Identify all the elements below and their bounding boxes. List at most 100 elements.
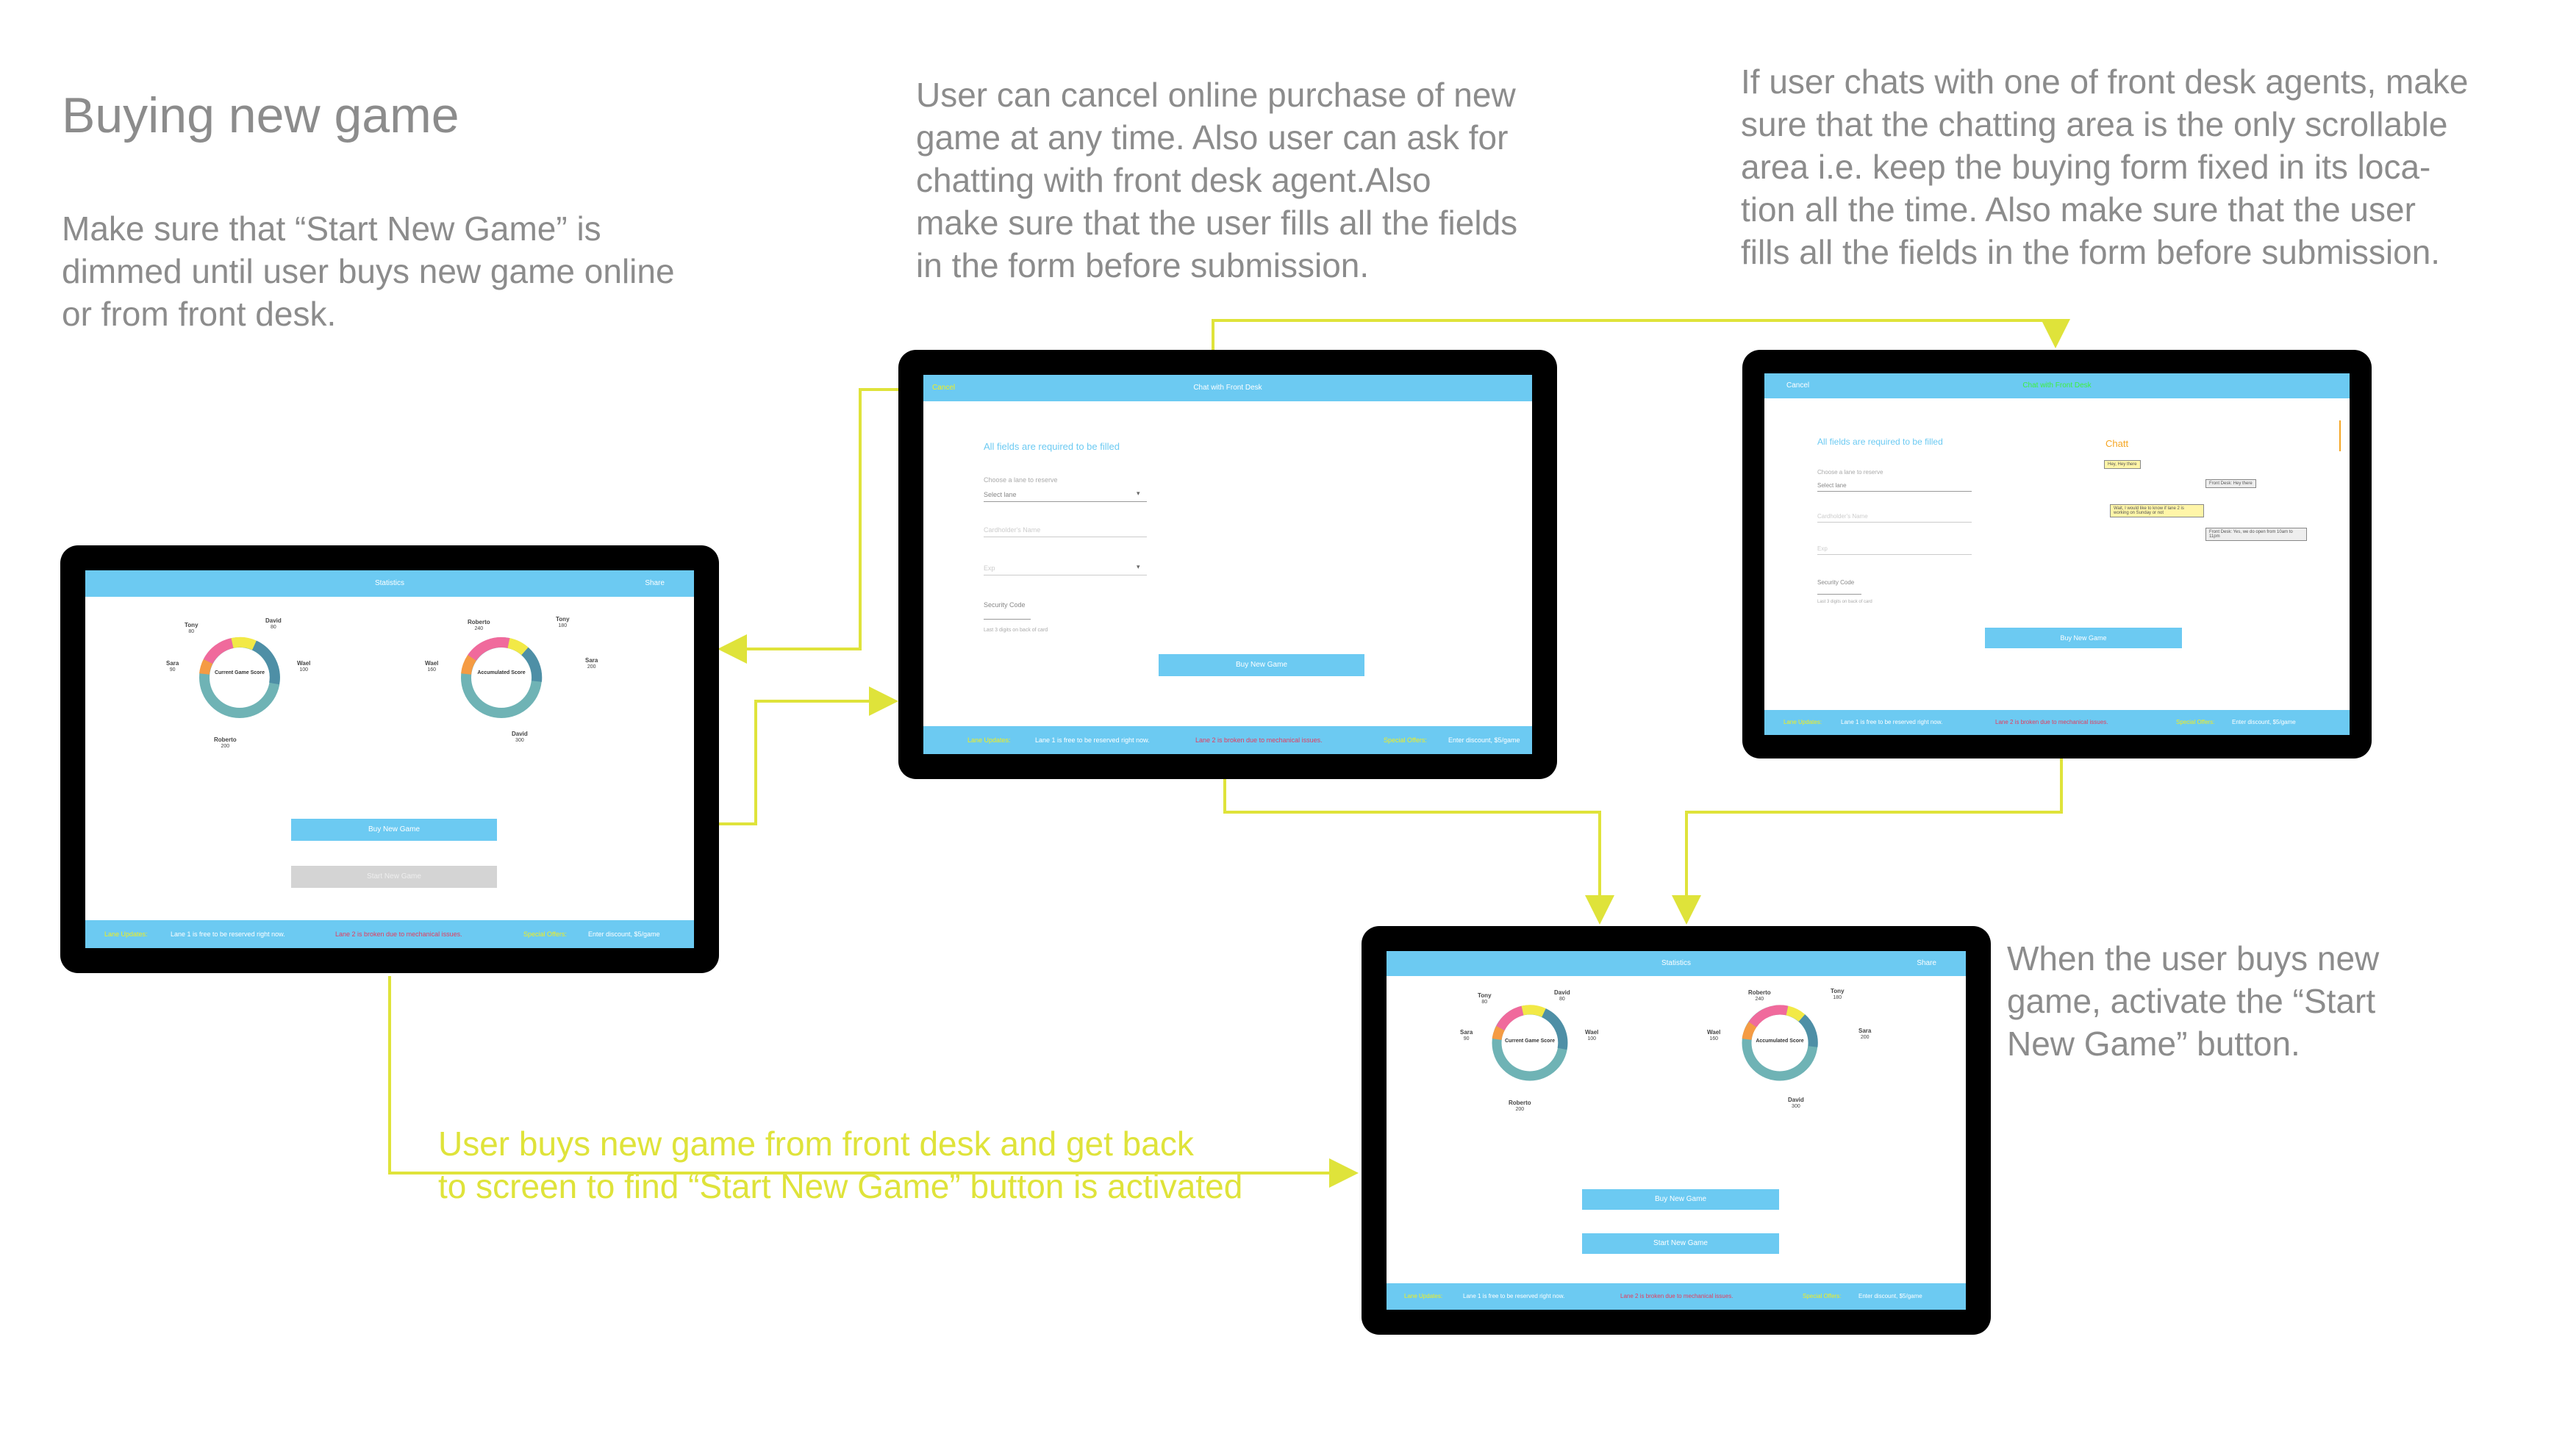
cardholder-input[interactable]: Cardholder's Name	[984, 526, 1040, 534]
accumulated-label-wael: Wael 160	[425, 660, 439, 673]
current-label-david: David 80	[1554, 989, 1570, 1002]
special-offers-label: Special Offers:	[523, 930, 567, 938]
accumulated-chart-center: Accumulated Score	[477, 670, 526, 675]
chat-footer-bar: Lane Updates: Lane 1 is free to be reser…	[1764, 710, 2350, 735]
discount-text[interactable]: Enter discount, $5/game	[1858, 1283, 1922, 1310]
lane-select-label: Choose a lane to reserve	[984, 476, 1058, 484]
chat-area-title: Chatt	[2105, 438, 2129, 449]
share-button[interactable]: Share	[645, 570, 665, 597]
purchase-buy-button[interactable]: Buy New Game	[1159, 654, 1364, 676]
buy-new-game-button[interactable]: Buy New Game	[291, 819, 497, 841]
accumulated-label-david: David 300	[1788, 1097, 1804, 1109]
tablet-statistics-initial: Statistics Share Current Game Score Tony…	[60, 545, 719, 973]
chat-message-desk-1: Front Desk: Hey there	[2205, 479, 2256, 488]
lane2-status: Lane 2 is broken due to mechanical issue…	[1195, 736, 1323, 744]
chat-screen-title[interactable]: Chat with Front Desk	[1764, 373, 2350, 398]
purchase-screen: Cancel Chat with Front Desk All fields a…	[923, 375, 1532, 754]
statistics-topbar: Statistics Share	[85, 570, 694, 597]
discount-text[interactable]: Enter discount, $5/game	[588, 920, 660, 948]
accumulated-label-wael: Wael 160	[1707, 1029, 1721, 1041]
statistics-screen: Statistics Share Current Game Score Tony…	[85, 570, 694, 948]
current-label-roberto: Roberto 200	[1509, 1100, 1531, 1112]
lane-updates-label: Lane Updates:	[1783, 719, 1822, 725]
purchase-footer-bar: Lane Updates: Lane 1 is free to be reser…	[923, 726, 1532, 754]
discount-text[interactable]: Enter discount, $5/game	[2232, 710, 2296, 735]
chat-message-desk-2: Front Desk: Yes, we do open from 10am to…	[2205, 528, 2307, 541]
current-chart-center: Current Game Score	[1504, 1039, 1556, 1044]
current-label-david: David 80	[265, 617, 282, 630]
chat-form-title: All fields are required to be filled	[1817, 437, 1943, 447]
chat-message-user-1: Hey, Hey there	[2104, 460, 2141, 469]
discount-text[interactable]: Enter discount, $5/game	[1448, 726, 1520, 754]
current-chart-center: Current Game Score	[214, 670, 265, 675]
lane2-status: Lane 2 is broken due to mechanical issue…	[335, 930, 462, 938]
purchase-topbar: Cancel Chat with Front Desk	[923, 375, 1532, 401]
tablet-purchase-with-chat: Cancel Chat with Front Desk All fields a…	[1742, 350, 2372, 758]
chat-buy-button[interactable]: Buy New Game	[1985, 628, 2182, 648]
lane1-status: Lane 1 is free to be reserved right now.	[1463, 1293, 1565, 1299]
chat-expiry-underline	[1817, 554, 1972, 555]
footer-bar-activated: Lane Updates: Lane 1 is free to be reser…	[1387, 1283, 1966, 1310]
chat-lane-select[interactable]: Select lane	[1817, 482, 1847, 489]
accumulated-label-sara: Sara 200	[585, 657, 598, 670]
accumulated-label-roberto: Roberto 240	[468, 619, 490, 631]
chat-security-input[interactable]	[1817, 594, 1861, 595]
current-label-wael: Wael 100	[1585, 1029, 1599, 1041]
current-label-tony: Tony 80	[1478, 992, 1492, 1005]
current-label-tony: Tony 80	[185, 622, 198, 634]
current-label-sara: Sara 90	[1460, 1029, 1473, 1041]
lane-select-chevron-icon: ▾	[1137, 489, 1140, 497]
chat-message-user-2: Wait, I would like to know if lane 2 is …	[2110, 504, 2204, 517]
lane-select[interactable]: Select lane	[984, 491, 1017, 498]
lane-updates-label: Lane Updates:	[967, 736, 1011, 744]
security-code-hint: Last 3 digits on back of card	[984, 628, 1048, 633]
accumulated-label-david: David 300	[512, 731, 528, 743]
current-score-donut	[199, 636, 280, 718]
footer-bar: Lane Updates: Lane 1 is free to be reser…	[85, 920, 694, 948]
accumulated-label-tony: Tony 180	[556, 616, 570, 628]
start-new-game-button-active[interactable]: Start New Game	[1582, 1233, 1779, 1254]
lane1-status: Lane 1 is free to be reserved right now.	[1841, 719, 1943, 725]
security-code-label: Security Code	[984, 601, 1026, 609]
accumulated-label-sara: Sara 200	[1858, 1027, 1872, 1040]
statistics-screen-activated: Statistics Share Current Game Score Tony…	[1387, 951, 1966, 1310]
chat-purchase-screen: Cancel Chat with Front Desk All fields a…	[1764, 373, 2350, 735]
special-offers-label: Special Offers:	[1384, 736, 1427, 744]
chat-scrollbar[interactable]	[2339, 420, 2341, 451]
chat-security-hint: Last 3 digits on back of card	[1817, 600, 1872, 604]
lane-select-underline	[984, 501, 1147, 502]
form-title: All fields are required to be filled	[984, 441, 1120, 452]
accumulated-label-tony: Tony 180	[1831, 988, 1845, 1000]
connector-front-desk-flow	[388, 976, 1359, 1188]
lane1-status: Lane 1 is free to be reserved right now.	[171, 930, 285, 938]
lane1-status: Lane 1 is free to be reserved right now.	[1035, 736, 1150, 744]
statistics-title: Statistics	[374, 579, 404, 587]
lane2-status: Lane 2 is broken due to mechanical issue…	[1620, 1293, 1734, 1299]
statistics-title: Statistics	[1661, 959, 1691, 967]
buy-new-game-button[interactable]: Buy New Game	[1582, 1189, 1779, 1210]
lane2-status: Lane 2 is broken due to mechanical issue…	[1995, 719, 2108, 725]
current-label-roberto: Roberto 200	[214, 736, 237, 749]
statistics-topbar-activated: Statistics Share	[1387, 951, 1966, 976]
current-label-sara: Sara 90	[166, 660, 179, 673]
chat-lane-label: Choose a lane to reserve	[1817, 469, 1883, 476]
chat-with-front-desk-link[interactable]: Chat with Front Desk	[923, 375, 1532, 401]
expiry-select[interactable]: Exp	[984, 564, 995, 572]
accumulated-label-roberto: Roberto 240	[1748, 989, 1771, 1002]
tablet-purchase-form: Cancel Chat with Front Desk All fields a…	[898, 350, 1557, 779]
chat-expiry-select[interactable]: Exp	[1817, 545, 1828, 552]
chat-lane-underline	[1817, 491, 1972, 492]
start-new-game-button-dimmed[interactable]: Start New Game	[291, 866, 497, 888]
security-code-input[interactable]	[984, 619, 1031, 620]
chat-cardholder-input[interactable]: Cardholder's Name	[1817, 513, 1868, 520]
chat-security-label: Security Code	[1817, 579, 1855, 586]
share-button[interactable]: Share	[1917, 951, 1936, 976]
expiry-chevron-icon: ▾	[1137, 563, 1140, 570]
accumulated-chart-center: Accumulated Score	[1756, 1039, 1804, 1044]
accumulated-score-donut	[461, 636, 543, 718]
tablet-statistics-activated: Statistics Share Current Game Score Tony…	[1362, 926, 1991, 1335]
chat-topbar: Cancel Chat with Front Desk	[1764, 373, 2350, 398]
lane-updates-label: Lane Updates:	[104, 930, 148, 938]
lane-updates-label: Lane Updates:	[1404, 1293, 1443, 1299]
current-label-wael: Wael 100	[297, 660, 311, 673]
